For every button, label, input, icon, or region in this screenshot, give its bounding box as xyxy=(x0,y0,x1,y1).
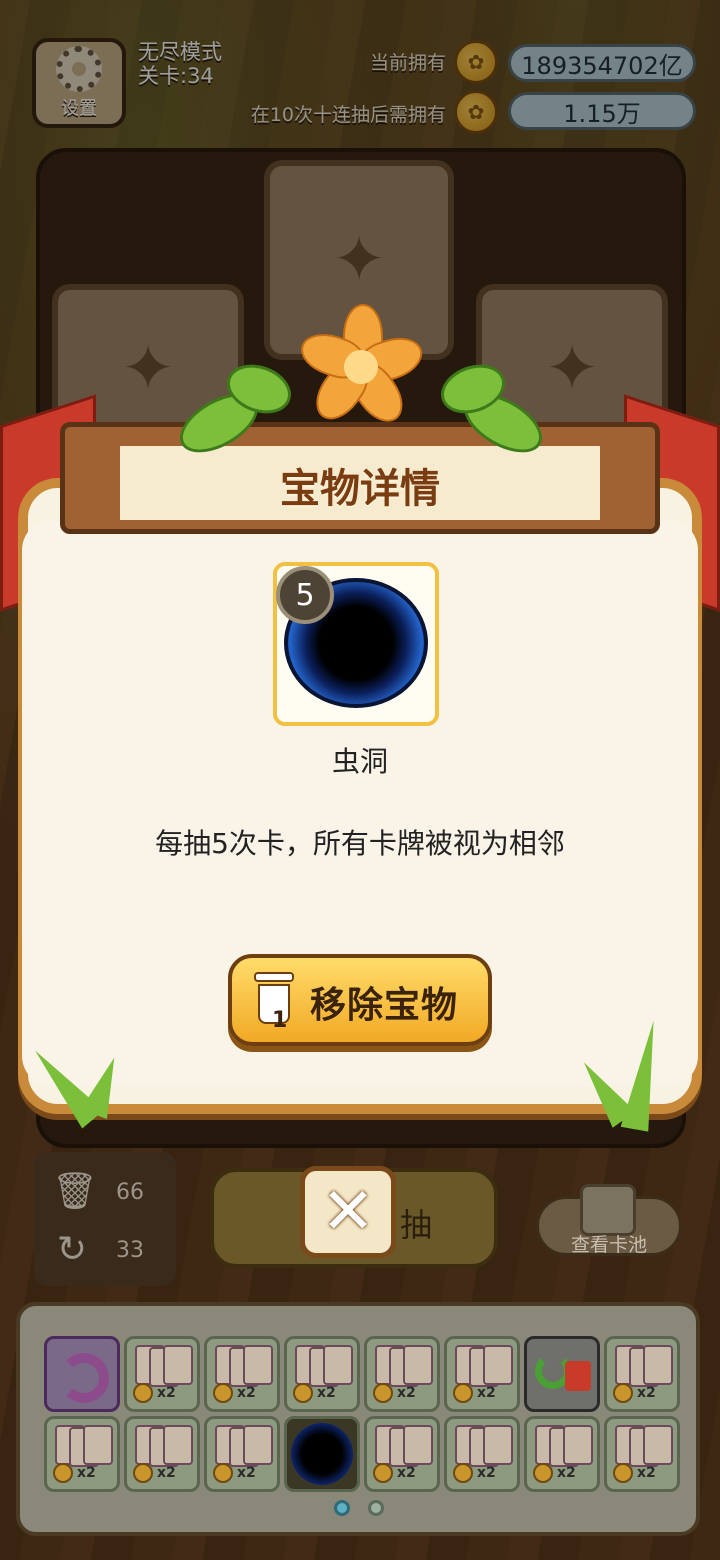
view-pool-label: 查看卡池 xyxy=(570,1234,647,1256)
item-description: 每抽5次卡，所有卡牌被视为相邻 xyxy=(155,827,565,860)
flower-icon xyxy=(295,302,428,432)
inventory-slot[interactable]: x2 xyxy=(444,1416,520,1492)
undo-icon xyxy=(59,1353,109,1403)
pack-multiplier: x2 xyxy=(637,1465,656,1481)
close-dialog-button[interactable]: ✕ xyxy=(300,1166,396,1258)
pack-multiplier: x2 xyxy=(237,1385,256,1401)
remove-treasure-button[interactable]: 1 移除宝物 xyxy=(228,954,492,1046)
inventory-slot[interactable]: x2 xyxy=(364,1336,440,1412)
pack-multiplier: x2 xyxy=(477,1465,496,1481)
pack-multiplier: x2 xyxy=(477,1385,496,1401)
inventory-slot[interactable] xyxy=(44,1336,120,1412)
wormhole-icon xyxy=(291,1423,353,1485)
trash-icon: 🗑 xyxy=(52,1171,98,1212)
inventory-slot[interactable]: x2 xyxy=(444,1336,520,1412)
page-dot-active[interactable] xyxy=(334,1500,350,1516)
pack-multiplier: x2 xyxy=(557,1465,576,1481)
page-dot[interactable] xyxy=(368,1500,384,1516)
pack-multiplier: x2 xyxy=(77,1465,96,1481)
inventory-slot[interactable]: x2 xyxy=(124,1336,200,1412)
trash-icon xyxy=(565,1361,591,1391)
inventory-slot[interactable]: x2 xyxy=(364,1416,440,1492)
item-name: 虫洞 xyxy=(331,745,388,778)
item-level-badge: 5 xyxy=(276,566,334,624)
inventory-slot[interactable]: x2 xyxy=(204,1416,280,1492)
refresh-icon: ↻ xyxy=(56,1229,88,1270)
inventory-slot[interactable] xyxy=(524,1336,600,1412)
inventory-slot[interactable]: x2 xyxy=(524,1416,600,1492)
inventory-slot[interactable]: x2 xyxy=(124,1416,200,1492)
pack-multiplier: x2 xyxy=(237,1465,256,1481)
counters-panel: 🗑 66 ↻ 33 xyxy=(34,1152,176,1286)
pack-multiplier: x2 xyxy=(157,1465,176,1481)
pack-multiplier: x2 xyxy=(397,1385,416,1401)
pack-multiplier: x2 xyxy=(157,1385,176,1401)
remove-label: 移除宝物 xyxy=(310,985,459,1026)
inventory-slot[interactable] xyxy=(284,1416,360,1492)
inventory-slot[interactable]: x2 xyxy=(604,1336,680,1412)
card-pool-icon xyxy=(580,1184,636,1236)
pack-multiplier: x2 xyxy=(317,1385,336,1401)
discard-count: 66 xyxy=(116,1180,144,1205)
draw-label: 抽 xyxy=(400,1206,433,1244)
inventory-slot[interactable]: x2 xyxy=(204,1336,280,1412)
remove-count: 1 xyxy=(272,1008,288,1033)
refresh-count: 33 xyxy=(116,1238,144,1263)
inventory-slot[interactable]: x2 xyxy=(604,1416,680,1492)
pack-multiplier: x2 xyxy=(397,1465,416,1481)
inventory-slot[interactable]: x2 xyxy=(284,1336,360,1412)
pack-multiplier: x2 xyxy=(637,1385,656,1401)
inventory-slot[interactable]: x2 xyxy=(44,1416,120,1492)
close-icon: ✕ xyxy=(321,1175,375,1249)
dialog-title: 宝物详情 xyxy=(280,466,440,512)
